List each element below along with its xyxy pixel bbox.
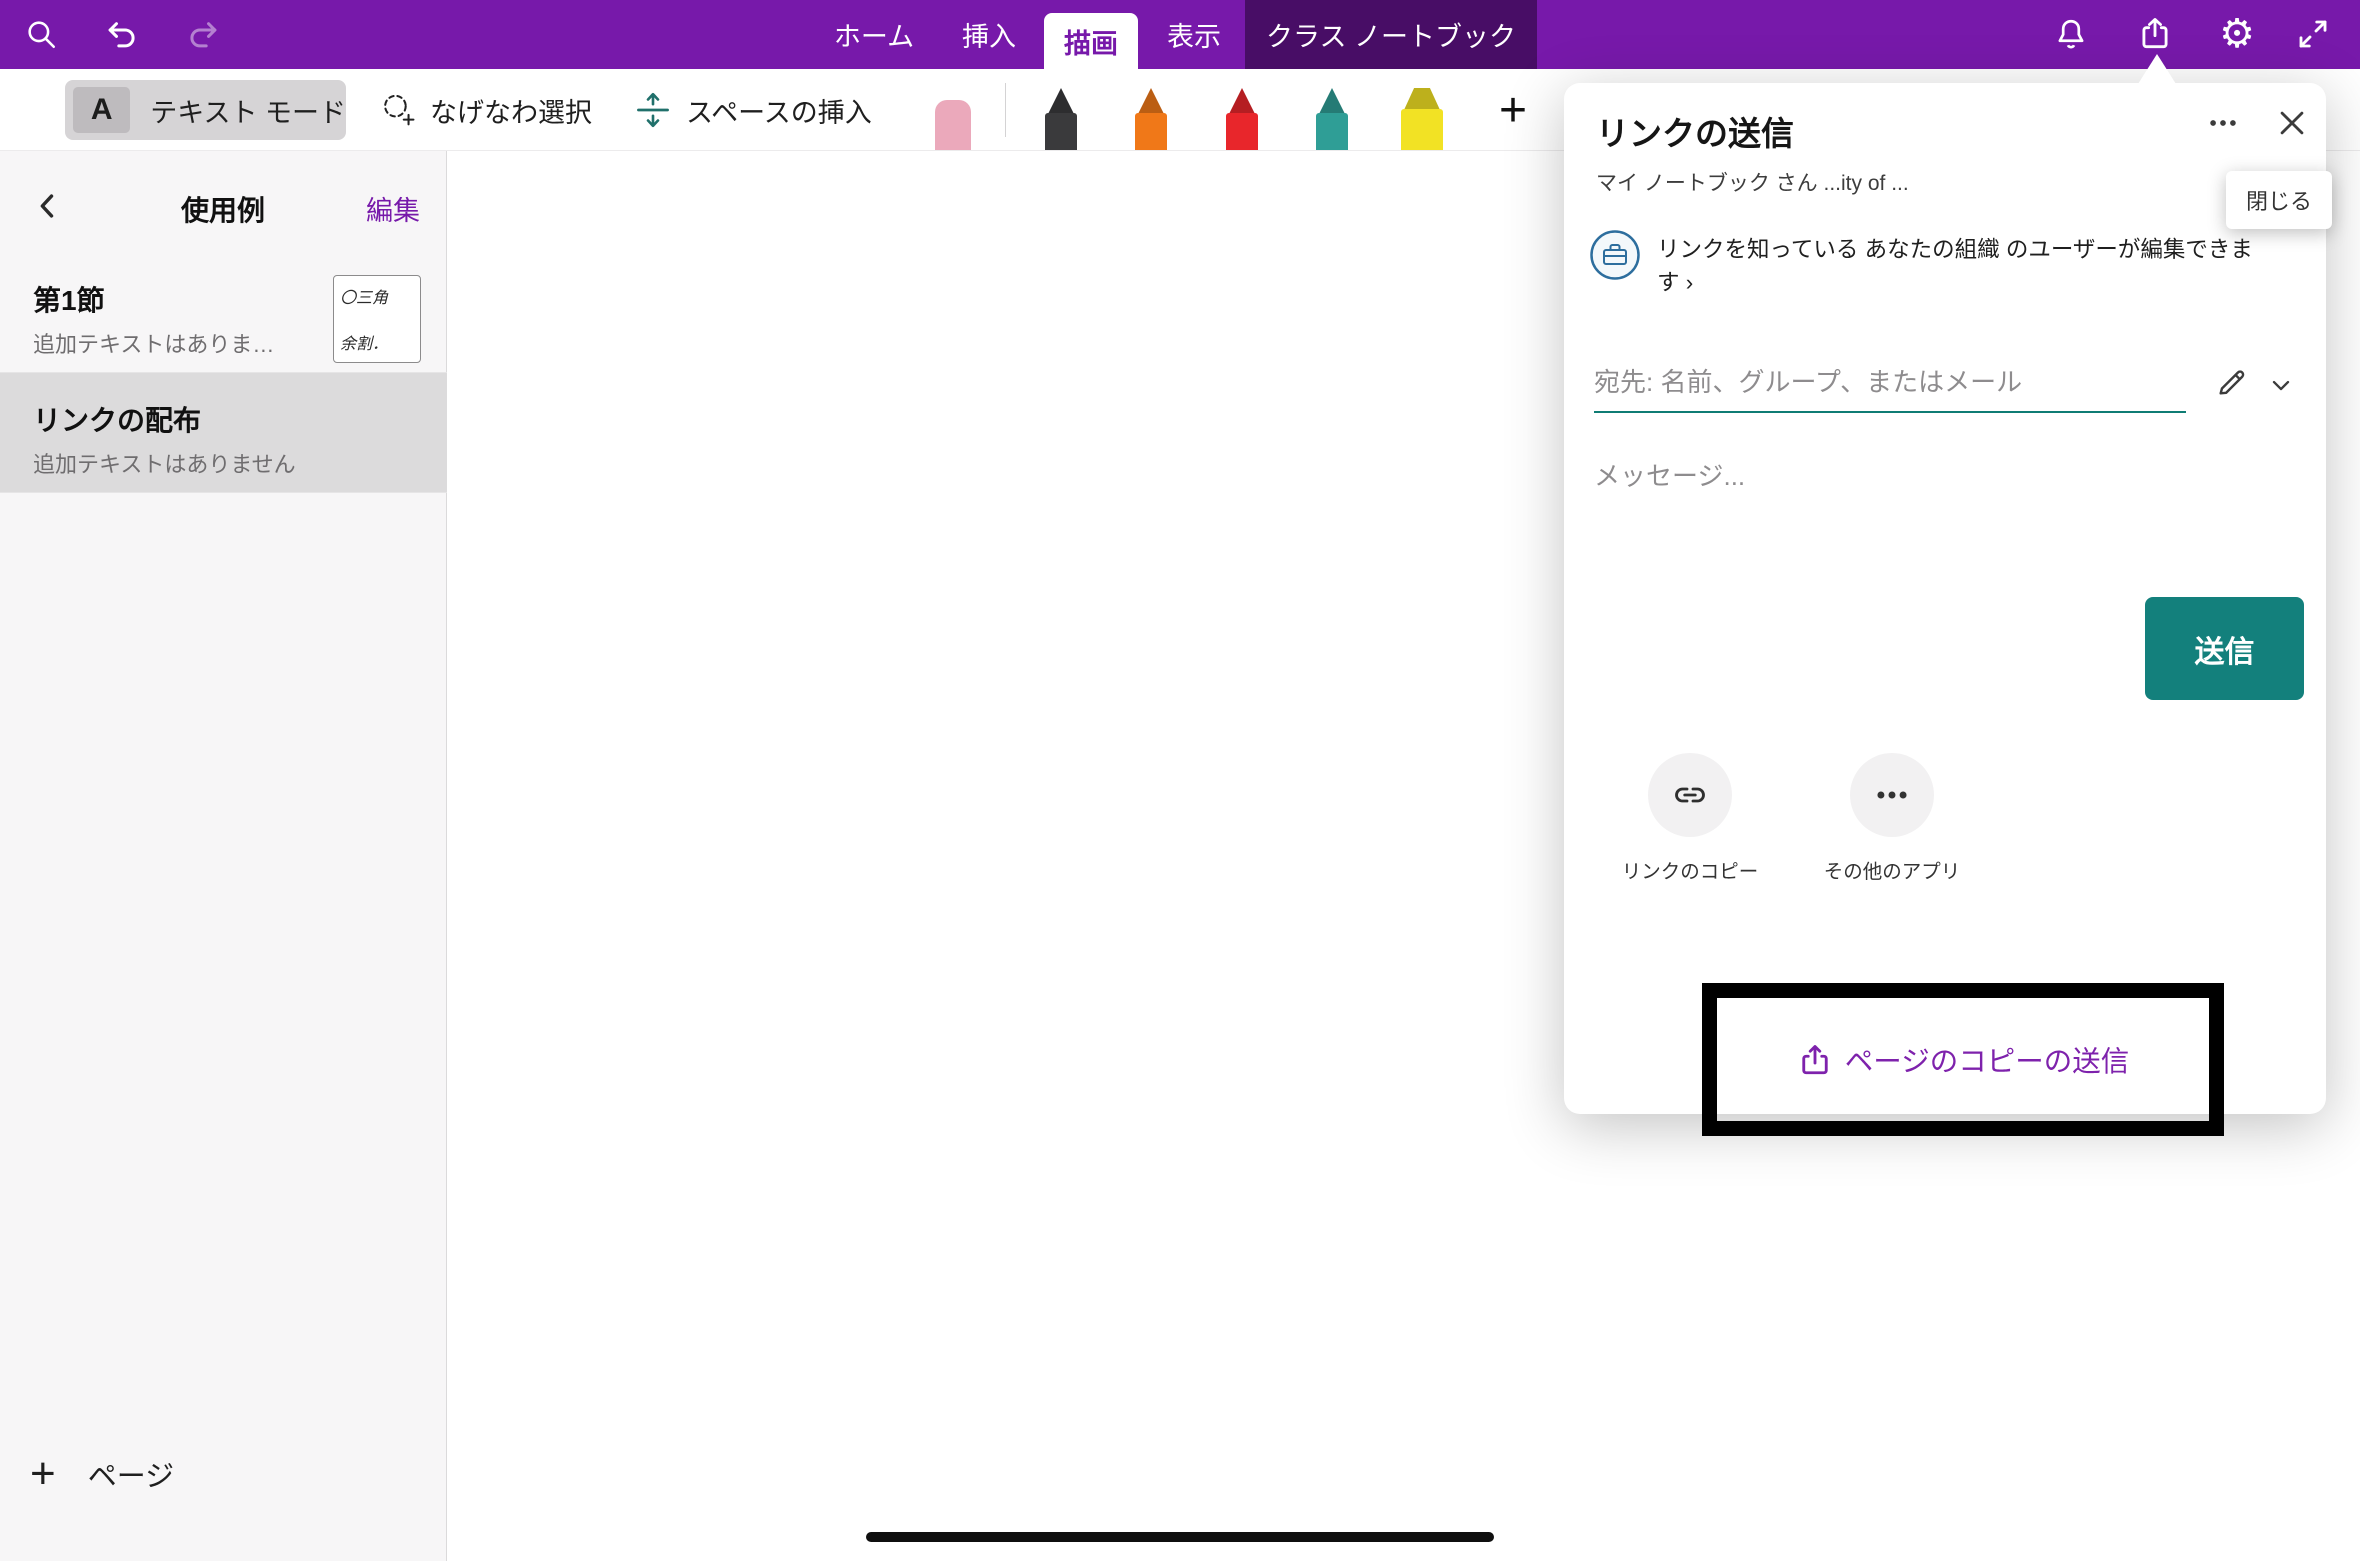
share-button[interactable] — [2133, 12, 2177, 56]
dialog-callout-arrow — [2138, 54, 2176, 84]
send-page-copy-label: ページのコピーの送信 — [1845, 1039, 2129, 1080]
add-page-button[interactable]: + ページ — [0, 1447, 447, 1501]
page-item-link-distribution[interactable]: リンクの配布 追加テキストはありません — [0, 373, 447, 493]
page-subtitle: 追加テキストはありま… — [33, 327, 274, 359]
edit-button[interactable]: 編集 — [366, 189, 420, 228]
share-dialog: リンクの送信 閉じる マイ ノートブック さん ...ity of ... リン… — [1564, 83, 2326, 1114]
page-title: リンクの配布 — [33, 399, 201, 439]
redo-button[interactable] — [181, 12, 225, 56]
recipient-field — [1594, 353, 2186, 413]
expand-icon — [2295, 16, 2331, 52]
yellow-highlighter-tool[interactable] — [1399, 88, 1445, 150]
recipient-input[interactable] — [1594, 353, 2186, 411]
page-subtitle: 追加テキストはありません — [33, 447, 296, 479]
lasso-icon — [380, 92, 416, 128]
other-apps-button[interactable] — [1850, 753, 1934, 837]
other-apps-group: その他のアプリ — [1850, 753, 1934, 884]
page-title: 第1節 — [33, 279, 105, 319]
undo-icon — [103, 15, 141, 53]
tab-view[interactable]: 表示 — [1151, 0, 1237, 69]
thumbnail-handwriting-line2: 余割． — [340, 330, 414, 354]
plus-icon: + — [30, 1449, 56, 1499]
permission-row[interactable]: リンクを知っている あなたの組織 のユーザーが編集できます › — [1589, 229, 2281, 299]
settings-button[interactable]: ⚙ — [2215, 12, 2259, 56]
bell-icon — [2053, 16, 2089, 52]
tab-class-notebook[interactable]: クラス ノートブック — [1245, 0, 1537, 69]
edit-pencil-button[interactable] — [2214, 365, 2250, 401]
insert-space-label: スペースの挿入 — [686, 91, 872, 130]
organization-briefcase-icon — [1589, 229, 1641, 284]
page-item-section1[interactable]: 第1節 追加テキストはありま… 〇三角 余割． — [0, 271, 447, 373]
share-upload-icon — [1797, 1042, 1833, 1078]
pencil-icon — [2215, 365, 2249, 399]
other-apps-label: その他のアプリ — [1824, 855, 1961, 884]
galaxy-pen-tool[interactable] — [1313, 88, 1351, 150]
orange-pen-tool[interactable] — [1132, 88, 1170, 150]
redo-icon — [184, 15, 222, 53]
search-button[interactable] — [19, 12, 63, 56]
lasso-label: なげなわ選択 — [430, 91, 592, 130]
more-options-button[interactable] — [2201, 101, 2245, 145]
lasso-select-button[interactable]: なげなわ選択 — [380, 69, 592, 151]
message-input[interactable] — [1594, 449, 2254, 503]
top-app-bar: ホーム 挿入 描画 表示 クラス ノートブック ⚙ — [0, 0, 2360, 69]
add-page-label: ページ — [88, 1453, 174, 1495]
permission-text: リンクを知っている あなたの組織 のユーザーが編集できます › — [1657, 229, 2261, 299]
ellipsis-icon — [1873, 776, 1911, 814]
search-icon — [24, 17, 58, 51]
page-thumbnail: 〇三角 余割． — [333, 275, 421, 363]
toolbar-divider — [1005, 83, 1006, 137]
black-pen-tool[interactable] — [1042, 88, 1080, 150]
eraser-tool[interactable] — [935, 100, 971, 150]
home-indicator[interactable] — [866, 1532, 1494, 1542]
recipient-options-button[interactable] — [2267, 371, 2295, 399]
insert-space-button[interactable]: スペースの挿入 — [634, 69, 872, 151]
chevron-down-icon — [2267, 371, 2295, 399]
link-icon — [1672, 777, 1708, 813]
undo-button[interactable] — [100, 12, 144, 56]
notebook-context: マイ ノートブック さん ...ity of ... — [1596, 167, 1909, 197]
send-button[interactable]: 送信 — [2145, 597, 2304, 700]
add-pen-button[interactable]: + — [1488, 69, 1538, 151]
text-mode-button[interactable]: A テキスト モード — [65, 80, 346, 140]
dialog-title: リンクの送信 — [1596, 107, 1794, 155]
annotation-highlight-box: ページのコピーの送信 — [1702, 983, 2224, 1136]
ellipsis-icon — [2206, 106, 2240, 140]
notifications-button[interactable] — [2049, 12, 2093, 56]
close-button[interactable] — [2270, 101, 2314, 145]
copy-link-label: リンクのコピー — [1622, 855, 1759, 884]
tab-draw[interactable]: 描画 — [1044, 13, 1138, 69]
thumbnail-handwriting-line1: 〇三角 — [340, 284, 414, 308]
copy-link-group: リンクのコピー — [1648, 753, 1732, 884]
page-list-sidebar: 使用例 編集 第1節 追加テキストはありま… 〇三角 余割． リンクの配布 追加… — [0, 151, 447, 1561]
close-icon — [2275, 106, 2309, 140]
send-page-copy-button[interactable]: ページのコピーの送信 — [1797, 1039, 2129, 1080]
gear-icon: ⚙ — [2219, 12, 2255, 56]
close-tooltip: 閉じる — [2226, 171, 2332, 229]
copy-link-button[interactable] — [1648, 753, 1732, 837]
insert-space-icon — [634, 91, 672, 129]
tab-home[interactable]: ホーム — [818, 0, 930, 69]
text-mode-a-icon: A — [73, 87, 130, 133]
tab-insert[interactable]: 挿入 — [946, 0, 1032, 69]
text-mode-label: テキスト モード — [150, 91, 346, 130]
share-icon — [2136, 15, 2174, 53]
fullscreen-button[interactable] — [2291, 12, 2335, 56]
red-pen-tool[interactable] — [1223, 88, 1261, 150]
